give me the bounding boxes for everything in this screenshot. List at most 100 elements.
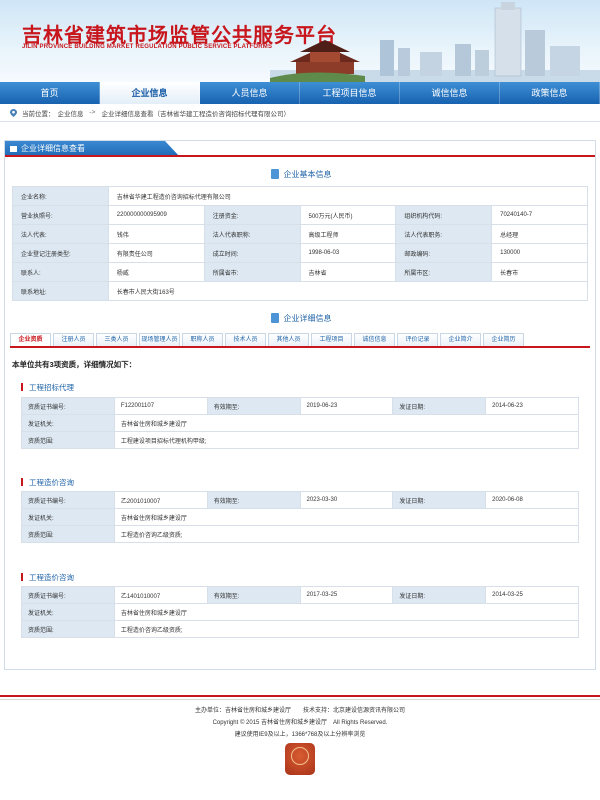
cell-value: 长春市 [491,262,588,282]
table-row: 资质范围: 工程造价咨询乙级资质; [21,620,580,638]
detail-info-title: 企业详细信息 [283,314,332,323]
issuing-authority-value: 吉林省住房和城乡建设厅 [113,603,580,621]
cell-value: 吉林省 [299,262,397,282]
table-row: 资质证书编号: 乙2001010007 有效期至: 2023-03-30 发证日… [21,491,579,509]
scope-value: 工程造价咨询乙级资质; [113,525,580,543]
issue-date-value: 2014-06-23 [485,397,579,415]
valid-until-label: 有效期至: [206,491,301,509]
address-label: 联系地址: [12,281,109,301]
cell-value: 高级工程师 [299,224,397,244]
issuing-authority-label: 发证机关: [21,603,115,621]
tab-credit-info[interactable]: 诚信信息 [354,333,395,346]
panel-header: 企业详细信息查看 [5,141,595,157]
basic-info-heading: 企业基本信息 [5,169,597,180]
title-marker [21,383,23,391]
cert-number-value: 乙2001010007 [113,491,208,509]
cell-label: 营业执照号: [12,205,109,225]
table-row: 资质证书编号: 乙1401010007 有效期至: 2017-03-25 发证日… [21,586,579,604]
tab-other-personnel[interactable]: 其他人员 [268,333,309,346]
nav-personnel-info[interactable]: 人员信息 [200,82,300,104]
issuing-authority-value: 吉林省住房和城乡建设厅 [113,508,580,526]
table-row: 企业名称: 吉林省华建工程造价咨询招标代理有限公司 [12,186,589,206]
tab-evaluation-records[interactable]: 评价记录 [397,333,438,346]
main-nav: 首页 企业信息 人员信息 工程项目信息 诚信信息 政策信息 [0,82,600,104]
site-header: 吉林省建筑市场监管公共服务平台 JILIN PROVINCE BUILDING … [0,0,600,82]
footer-browser-note: 建议使用IE9及以上，1366*768及以上分辨率浏览 [234,732,366,738]
table-row: 发证机关: 吉林省住房和城乡建设厅 [21,603,580,621]
qualification-table: 资质证书编号: F122001107 有效期至: 2019-06-23 发证日期… [21,397,580,449]
issue-date-label: 发证日期: [392,491,487,509]
nav-enterprise-info[interactable]: 企业信息 [100,82,200,104]
cell-label: 法人代表职称: [203,224,301,244]
issue-date-value: 2014-03-25 [485,586,579,604]
valid-until-value: 2019-06-23 [299,397,394,415]
tab-company-profile[interactable]: 企业简介 [440,333,481,346]
table-row: 法人代表: 钱伟 法人代表职称: 高级工程师 法人代表职务: 总经理 [12,224,588,244]
scope-label: 资质范围: [21,431,115,449]
tab-titled-personnel[interactable]: 职称人员 [182,333,223,346]
qualification-title: 工程造价咨询 [21,572,74,583]
nav-policy-info[interactable]: 政策信息 [500,82,600,104]
panel-divider [5,155,595,157]
footer-sponsor: 主办单位：吉林省住房和城乡建设厅 技术支持：北京建设信源资讯有限公司 [194,708,405,714]
qualification-title-text: 工程招标代理 [29,383,74,392]
cell-value: 有限责任公司 [107,243,205,263]
table-row: 发证机关: 吉林省住房和城乡建设厅 [21,508,580,526]
tab-projects[interactable]: 工程项目 [311,333,352,346]
table-row: 企业登记注册类型: 有限责任公司 成立时间: 1998-06-03 邮政编码: … [12,243,588,263]
seal-icon [285,743,315,775]
main-panel: 企业详细信息查看 企业基本信息 企业名称: 吉林省华建工程造价咨询招标代理有限公… [4,140,596,670]
table-row: 资质证书编号: F122001107 有效期至: 2019-06-23 发证日期… [21,397,579,415]
issuing-authority-value: 吉林省住房和城乡建设厅 [113,414,580,432]
qualification-table: 资质证书编号: 乙1401010007 有效期至: 2017-03-25 发证日… [21,586,580,638]
tab-qualifications[interactable]: 企业资质 [10,333,51,346]
detail-tabs: 企业资质 注册人员 三类人员 现场管理人员 职称人员 技术人员 其他人员 工程项… [10,333,590,348]
table-row: 营业执照号: 220000000095909 注册资金: 500万元(人民币) … [12,205,588,225]
cell-label: 邮政编码: [395,243,493,263]
issuing-authority-label: 发证机关: [21,508,115,526]
cell-value: 1998-06-03 [299,243,397,263]
cell-label: 企业登记注册类型: [12,243,109,263]
panel-title: 企业详细信息查看 [21,144,85,153]
cell-value: 总经理 [491,224,588,244]
scope-value: 工程造价咨询乙级资质; [113,620,580,638]
qualification-table: 资质证书编号: 乙2001010007 有效期至: 2023-03-30 发证日… [21,491,580,543]
company-name-label: 企业名称: [12,186,109,206]
nav-project-info[interactable]: 工程项目信息 [300,82,400,104]
company-name-value: 吉林省华建工程造价咨询招标代理有限公司 [107,186,589,206]
site-subtitle: JILIN PROVINCE BUILDING MARKET REGULATIO… [22,44,273,50]
valid-until-label: 有效期至: [206,586,301,604]
breadcrumb: 当前位置： 企业信息 -> 企业详细信息查看（吉林省华建工程造价咨询招标代理有限… [0,104,600,122]
address-value: 长春市人民大街163号 [107,281,589,301]
qualification-title-text: 工程造价咨询 [29,478,74,487]
cell-value: 130000 [491,243,588,263]
cell-label: 法人代表: [12,224,109,244]
title-marker [21,478,23,486]
nav-credit-info[interactable]: 诚信信息 [400,82,500,104]
cell-label: 组织机构代码: [395,205,493,225]
valid-until-value: 2023-03-30 [299,491,394,509]
tab-company-history[interactable]: 企业简历 [483,333,524,346]
cell-value: 钱伟 [107,224,205,244]
issue-date-value: 2020-06-08 [485,491,579,509]
tab-registered-personnel[interactable]: 注册人员 [53,333,94,346]
breadcrumb-item-enterprise[interactable]: 企业信息 [58,108,84,118]
valid-until-value: 2017-03-25 [299,586,394,604]
cell-label: 成立时间: [203,243,301,263]
tab-site-managers[interactable]: 现场管理人员 [139,333,180,346]
qualification-title-text: 工程造价咨询 [29,573,74,582]
tab-technical-personnel[interactable]: 技术人员 [225,333,266,346]
cell-label: 所属省市: [203,262,301,282]
breadcrumb-separator: -> [89,109,96,116]
nav-home[interactable]: 首页 [0,82,100,104]
tab-three-categories[interactable]: 三类人员 [96,333,137,346]
table-row: 联系地址: 长春市人民大街163号 [12,281,589,301]
cert-number-label: 资质证书编号: [21,491,115,509]
cell-label: 法人代表职务: [395,224,493,244]
document-icon [270,169,279,179]
basic-info-title: 企业基本信息 [283,170,332,179]
qualification-title: 工程造价咨询 [21,477,74,488]
basic-info-table: 企业名称: 吉林省华建工程造价咨询招标代理有限公司 营业执照号: 2200000… [12,186,589,301]
issuing-authority-label: 发证机关: [21,414,115,432]
cell-value: 220000000095909 [107,205,205,225]
